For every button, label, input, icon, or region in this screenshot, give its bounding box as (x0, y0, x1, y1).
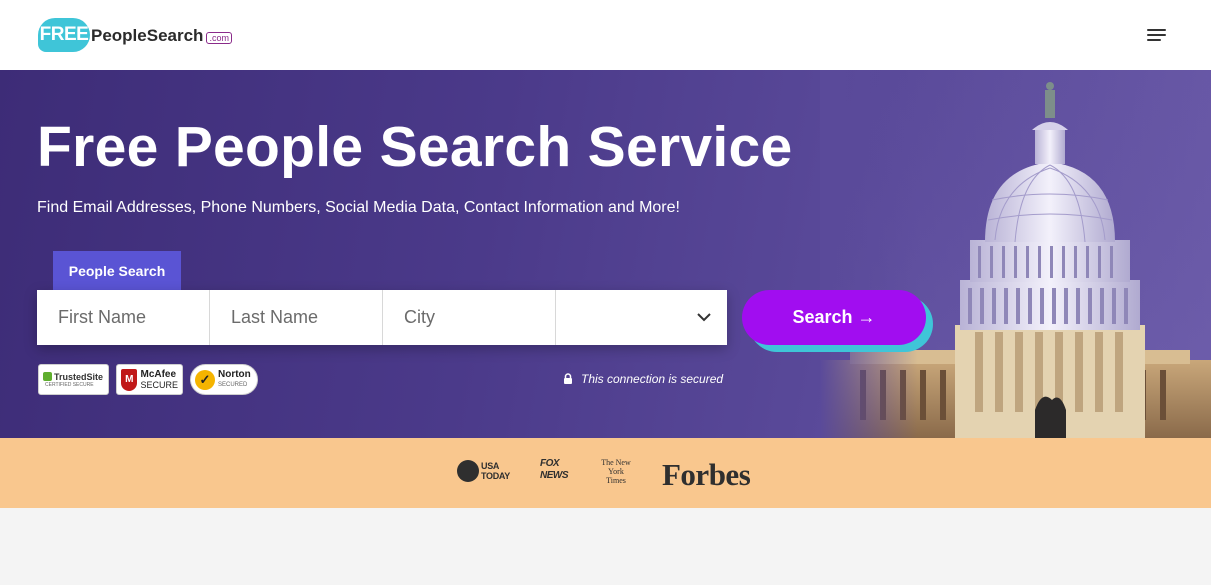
logo-tld: .com (206, 31, 232, 44)
mcafee-badge[interactable]: M McAfee SECURE (116, 364, 183, 395)
search-form (37, 290, 727, 345)
lock-icon (564, 373, 572, 384)
usa-today-dot-icon (457, 460, 479, 482)
first-name-input[interactable] (37, 290, 209, 345)
mcafee-sublabel: SECURE (140, 379, 178, 390)
city-field-wrapper (383, 290, 556, 345)
chevron-down-icon (697, 313, 711, 322)
site-logo[interactable]: FREE PeopleSearch .com (38, 17, 232, 53)
site-header: FREE PeopleSearch .com (0, 0, 1211, 70)
fox-news-logo: FOX NEWS (540, 458, 569, 481)
hero-title: Free People Search Service (37, 115, 793, 179)
usa-today-logo: USA TODAY (457, 460, 515, 482)
last-name-input[interactable] (210, 290, 382, 345)
mcafee-shield-icon: M (121, 368, 138, 391)
trustedsite-sublabel: CERTIFIED SECURE (45, 381, 94, 388)
mcafee-label: McAfee (140, 368, 177, 380)
nyt-logo: The New York Times (601, 458, 631, 485)
trustedsite-label: TrustedSite (54, 371, 104, 382)
capitol-building-image (820, 70, 1211, 438)
secure-connection-note: This connection is secured (563, 372, 723, 386)
press-logos-band: USA TODAY FOX NEWS The New York Times Fo… (0, 438, 1211, 508)
secure-connection-text: This connection is secured (581, 372, 724, 386)
norton-sublabel: SECURED (218, 381, 248, 388)
content-area (0, 508, 1211, 585)
logo-name: PeopleSearch (91, 26, 204, 45)
usa-today-label: USA TODAY (481, 461, 511, 481)
hamburger-menu-icon[interactable] (1143, 25, 1169, 45)
first-name-field-wrapper (37, 290, 210, 345)
security-badges: TrustedSite CERTIFIED SECURE M McAfee SE… (38, 364, 258, 395)
state-select[interactable] (556, 290, 727, 345)
norton-badge[interactable]: ✓ Norton SECURED (190, 364, 258, 395)
hero-subtitle: Find Email Addresses, Phone Numbers, Soc… (37, 199, 680, 216)
trustedsite-badge[interactable]: TrustedSite CERTIFIED SECURE (38, 364, 109, 395)
city-input[interactable] (383, 290, 555, 345)
search-button[interactable]: Search → (742, 290, 926, 345)
hero-section: Free People Search Service Find Email Ad… (0, 70, 1211, 438)
logo-free-badge: FREE (38, 18, 90, 52)
check-icon (43, 372, 52, 381)
norton-label: Norton (218, 368, 251, 380)
last-name-field-wrapper (210, 290, 383, 345)
forbes-logo: Forbes (662, 457, 751, 492)
tab-people-search[interactable]: People Search (53, 251, 181, 290)
norton-check-icon: ✓ (195, 369, 215, 390)
